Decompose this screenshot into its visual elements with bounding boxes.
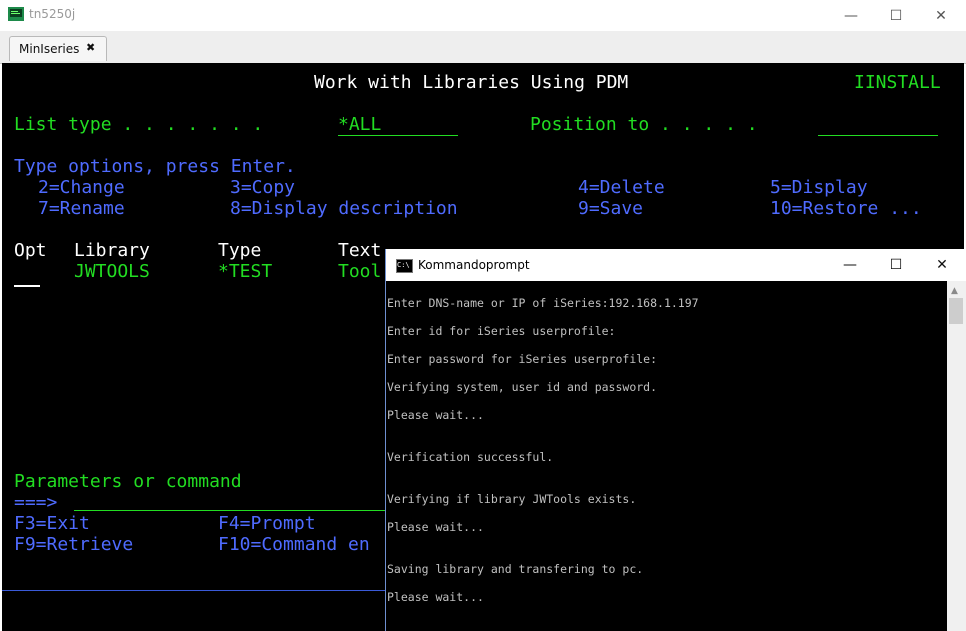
maximize-icon: ☐ (889, 7, 903, 24)
option-restore: 10=Restore ... (770, 198, 922, 219)
fkey-f9-retrieve[interactable]: F9=Retrieve (14, 535, 133, 555)
window-title: tn5250j (29, 7, 76, 21)
row-type: *TEST (218, 261, 273, 282)
column-header-type: Type (218, 240, 262, 261)
cmd-console-output[interactable]: Enter DNS-name or IP of iSeries:192.168.… (386, 281, 946, 631)
fkey-f10-command-entry[interactable]: F10=Command en (218, 535, 370, 555)
console-line: Verifying if library JWTools exists. (387, 492, 637, 506)
session-tab-label: MinIseries (19, 42, 80, 56)
cmd-titlebar: C:\ Kommandoprompt — ☐ ✕ (386, 249, 966, 281)
console-line: Verifying system, user id and password. (387, 380, 658, 394)
option-display-description: 8=Display description (230, 198, 458, 219)
close-button[interactable]: ✕ (918, 0, 964, 31)
option-input-field[interactable] (14, 285, 40, 287)
system-name: IINSTALL (854, 72, 941, 93)
console-line: Verification successful. (387, 450, 554, 464)
option-save: 9=Save (578, 198, 644, 219)
parameters-label: Parameters or command (14, 471, 242, 492)
close-icon: ✕ (935, 7, 947, 24)
console-line: Saving library and transfering to pc. (387, 562, 644, 576)
session-tabstrip: MinIseries ✖ (0, 31, 966, 64)
cmd-app-icon: C:\ (396, 259, 413, 273)
command-prompt-arrow: ===> (14, 492, 58, 513)
option-copy: 3=Copy (230, 177, 296, 198)
session-tab[interactable]: MinIseries ✖ (9, 36, 107, 61)
maximize-icon: ☐ (889, 257, 903, 273)
status-divider (2, 590, 387, 591)
scrollbar-thumb[interactable] (949, 298, 963, 324)
app-titlebar: tn5250j — ☐ ✕ (0, 0, 966, 31)
cmd-window-title: Kommandoprompt (418, 258, 530, 272)
console-line: Please wait... (387, 590, 484, 604)
fkey-f3-exit[interactable]: F3=Exit (14, 514, 90, 534)
cmd-maximize-button[interactable]: ☐ (873, 249, 919, 281)
scroll-up-arrow-icon[interactable]: ▲ (951, 286, 958, 296)
console-line: Please wait... (387, 520, 484, 534)
console-line: Enter password for iSeries userprofile: (387, 352, 658, 366)
command-input[interactable] (74, 510, 394, 511)
minimize-icon: — (844, 7, 858, 24)
option-rename: 7=Rename (38, 198, 125, 219)
option-change: 2=Change (38, 177, 125, 198)
console-line: Enter id for iSeries userprofile: (387, 324, 616, 338)
list-type-field[interactable]: *ALL (338, 115, 458, 136)
column-header-library: Library (74, 240, 150, 261)
option-delete: 4=Delete (578, 177, 665, 198)
console-line: Please wait... (387, 408, 484, 422)
type-options-instruction: Type options, press Enter. (14, 156, 296, 177)
cmd-close-button[interactable]: ✕ (919, 249, 965, 281)
command-prompt-window[interactable]: C:\ Kommandoprompt — ☐ ✕ Enter DNS-name … (385, 249, 966, 631)
maximize-button[interactable]: ☐ (873, 0, 919, 31)
console-line: Enter DNS-name or IP of iSeries:192.168.… (387, 296, 699, 310)
column-header-text: Text (338, 240, 382, 261)
cmd-minimize-button[interactable]: — (827, 249, 873, 281)
minimize-icon: — (843, 257, 857, 273)
fkey-f4-prompt[interactable]: F4=Prompt (218, 514, 316, 534)
close-icon: ✕ (936, 257, 948, 273)
tn5250j-app-icon (8, 7, 24, 21)
row-library: JWTOOLS (74, 261, 150, 282)
position-to-label: Position to . . . . . (530, 114, 758, 135)
row-text: Tool (338, 261, 382, 282)
screen-title: Work with Libraries Using PDM (314, 72, 629, 93)
column-header-opt: Opt (14, 240, 47, 261)
tab-close-icon[interactable]: ✖ (86, 41, 95, 54)
list-type-label: List type . . . . . . . (14, 114, 264, 135)
option-display: 5=Display (770, 177, 868, 198)
cmd-scrollbar[interactable]: ▲ (947, 281, 966, 631)
minimize-button[interactable]: — (828, 0, 874, 31)
position-to-field[interactable] (818, 115, 938, 136)
